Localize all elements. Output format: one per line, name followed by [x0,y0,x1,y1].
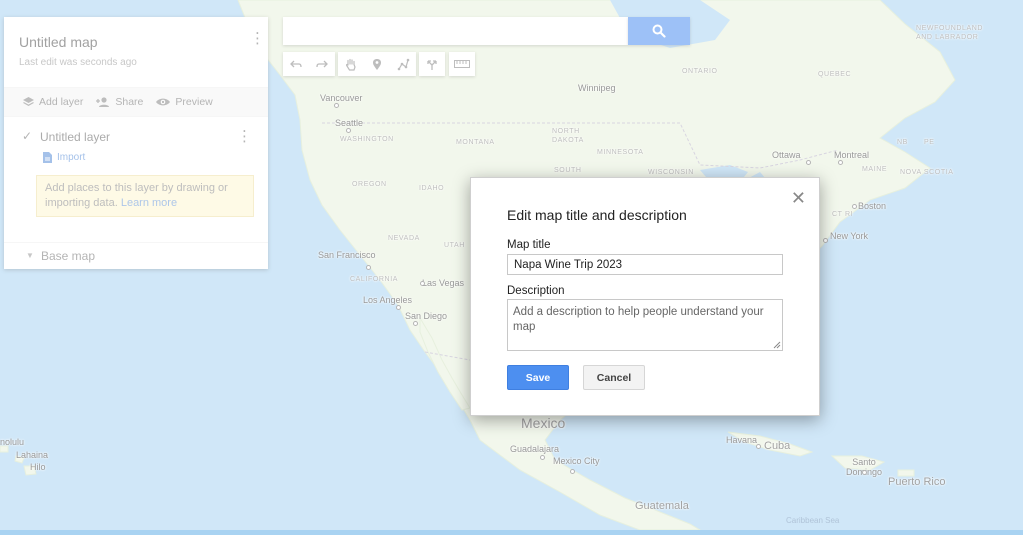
resize-grip-icon[interactable] [773,341,781,349]
cancel-button[interactable]: Cancel [583,365,645,390]
save-button[interactable]: Save [507,365,569,390]
edit-title-dialog: ✕ Edit map title and description Map tit… [470,177,820,416]
map-title-field[interactable] [507,254,783,275]
map-title-label: Map title [507,239,551,251]
description-field[interactable] [507,299,783,351]
close-icon[interactable]: ✕ [791,189,806,207]
dialog-heading: Edit map title and description [507,207,687,223]
description-label: Description [507,285,565,297]
